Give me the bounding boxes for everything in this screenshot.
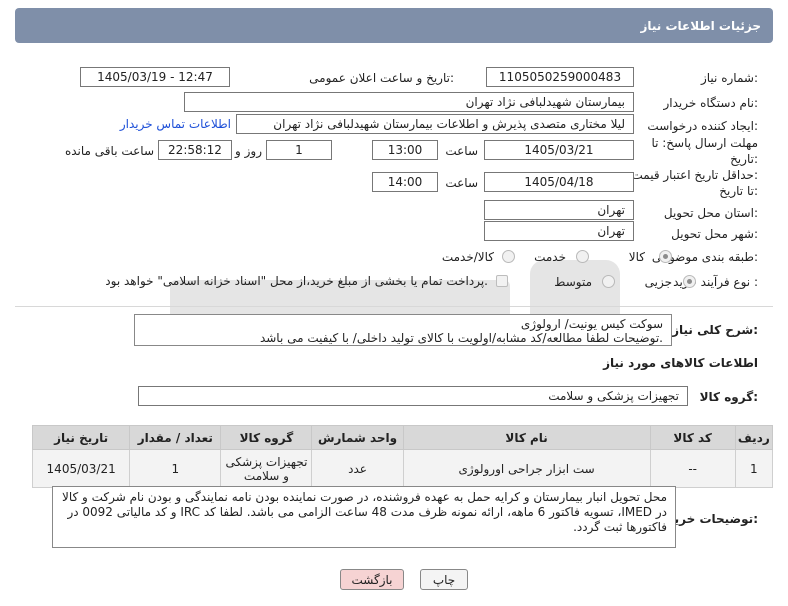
requester-label: ایجاد کننده درخواست: [647,119,758,133]
purchase-partial-radio[interactable] [683,275,696,288]
reply-deadline-time-label: ساعت [445,144,478,158]
price-validity-label-2: تا تاریخ: [719,184,758,198]
page-title: جزئیات اطلاعات نیاز [640,18,761,33]
summary-line-2: توضیحات لطفا مطالعه/کد مشابه/اولویت با ک… [259,331,663,345]
summary-line-1: سوکت کیس یونیت/ ارولوژی [520,317,663,331]
col-name: نام کالا [402,425,651,450]
reply-deadline-label-1: مهلت ارسال پاسخ: تا [651,136,758,150]
buyer-notes-text: محل تحویل انبار بیمارستان و کرایه حمل به… [62,490,667,534]
category-both-radio[interactable] [502,250,515,263]
goods-group-field: تجهیزات پزشکی و سلامت [138,386,688,406]
cell-date: 1405/03/21 [31,449,131,488]
purchase-medium-label: متوسط [554,275,592,289]
cell-name: ست ابزار جراحی اورولوژی [402,449,651,488]
cell-group: تجهیزات پزشکی و سلامت [220,449,313,488]
reply-deadline-label-2: تاریخ: [730,152,758,166]
table-row: 1 -- ست ابزار جراحی اورولوژی عدد تجهیزات… [31,449,774,488]
reply-deadline-days-label: روز و [235,144,262,158]
print-button[interactable]: چاپ [420,569,468,590]
category-service-label: خدمت [534,250,566,264]
buyer-contact-link[interactable]: اطلاعات تماس خریدار [120,117,231,131]
cell-qty: 1 [129,449,222,488]
back-button[interactable]: بازگشت [340,569,404,590]
goods-section-title: اطلاعات کالاهای مورد نیاز [603,356,758,370]
delivery-city-field: تهران [484,221,634,241]
col-row: ردیف [734,425,774,450]
requester-field: لیلا مختاری متصدی پذیرش و اطلاعات بیمارس… [236,114,634,134]
buyer-org-label: نام دستگاه خریدار: [663,96,759,110]
need-number-field: 1105050259000483 [486,67,634,87]
need-number-label: شماره نیاز: [700,71,758,85]
price-validity-time-label: ساعت [445,176,478,190]
items-table-header: ردیف کد کالا نام کالا واحد شمارش گروه کا… [31,425,774,450]
cell-code: -- [649,449,736,488]
delivery-city-label: شهر محل تحویل: [671,227,758,241]
col-unit: واحد شمارش [311,425,404,450]
treasury-bonds-checkbox[interactable] [496,275,508,287]
reply-deadline-remaining: 22:58:12 [158,140,232,160]
buyer-org-field: بیمارستان شهیدلبافی نژاد تهران [184,92,634,112]
purchase-partial-label: جزیی [644,275,672,289]
price-validity-date: 1405/04/18 [484,172,634,192]
col-qty: تعداد / مقدار [129,425,222,450]
announce-datetime-field: 1405/03/19 - 12:47 [80,67,230,87]
category-service-radio[interactable] [576,250,589,263]
buyer-notes-box: محل تحویل انبار بیمارستان و کرایه حمل به… [52,486,676,548]
goods-group-label: گروه کالا: [699,390,758,404]
col-date: تاریخ نیاز [31,425,131,450]
announce-datetime-label: تاریخ و ساعت اعلان عمومی: [309,71,454,85]
category-goods-radio[interactable] [659,250,672,263]
col-group: گروه کالا [220,425,313,450]
category-both-label: کالا/خدمت [441,250,494,264]
page-header: جزئیات اطلاعات نیاز [15,8,773,43]
reply-deadline-days: 1 [266,140,332,160]
summary-label: شرح کلی نیاز: [672,323,758,337]
price-validity-label-1: حداقل تاریخ اعتبار قیمت: [631,168,758,182]
purchase-medium-radio[interactable] [602,275,615,288]
items-table: ردیف کد کالا نام کالا واحد شمارش گروه کا… [31,425,774,488]
delivery-province-label: استان محل تحویل: [663,206,758,220]
summary-box: سوکت کیس یونیت/ ارولوژی توضیحات لطفا مطا… [134,314,672,346]
delivery-province-field: تهران [484,200,634,220]
cell-unit: عدد [311,449,404,488]
reply-deadline-remaining-label: ساعت باقی مانده [64,144,154,158]
price-validity-time: 14:00 [372,172,438,192]
col-code: کد کالا [649,425,736,450]
cell-row: 1 [734,449,774,488]
treasury-bonds-note: پرداخت تمام یا بخشی از مبلغ خرید،از محل … [105,274,488,288]
reply-deadline-date: 1405/03/21 [484,140,634,160]
reply-deadline-time: 13:00 [372,140,438,160]
category-goods-label: کالا [628,250,645,264]
